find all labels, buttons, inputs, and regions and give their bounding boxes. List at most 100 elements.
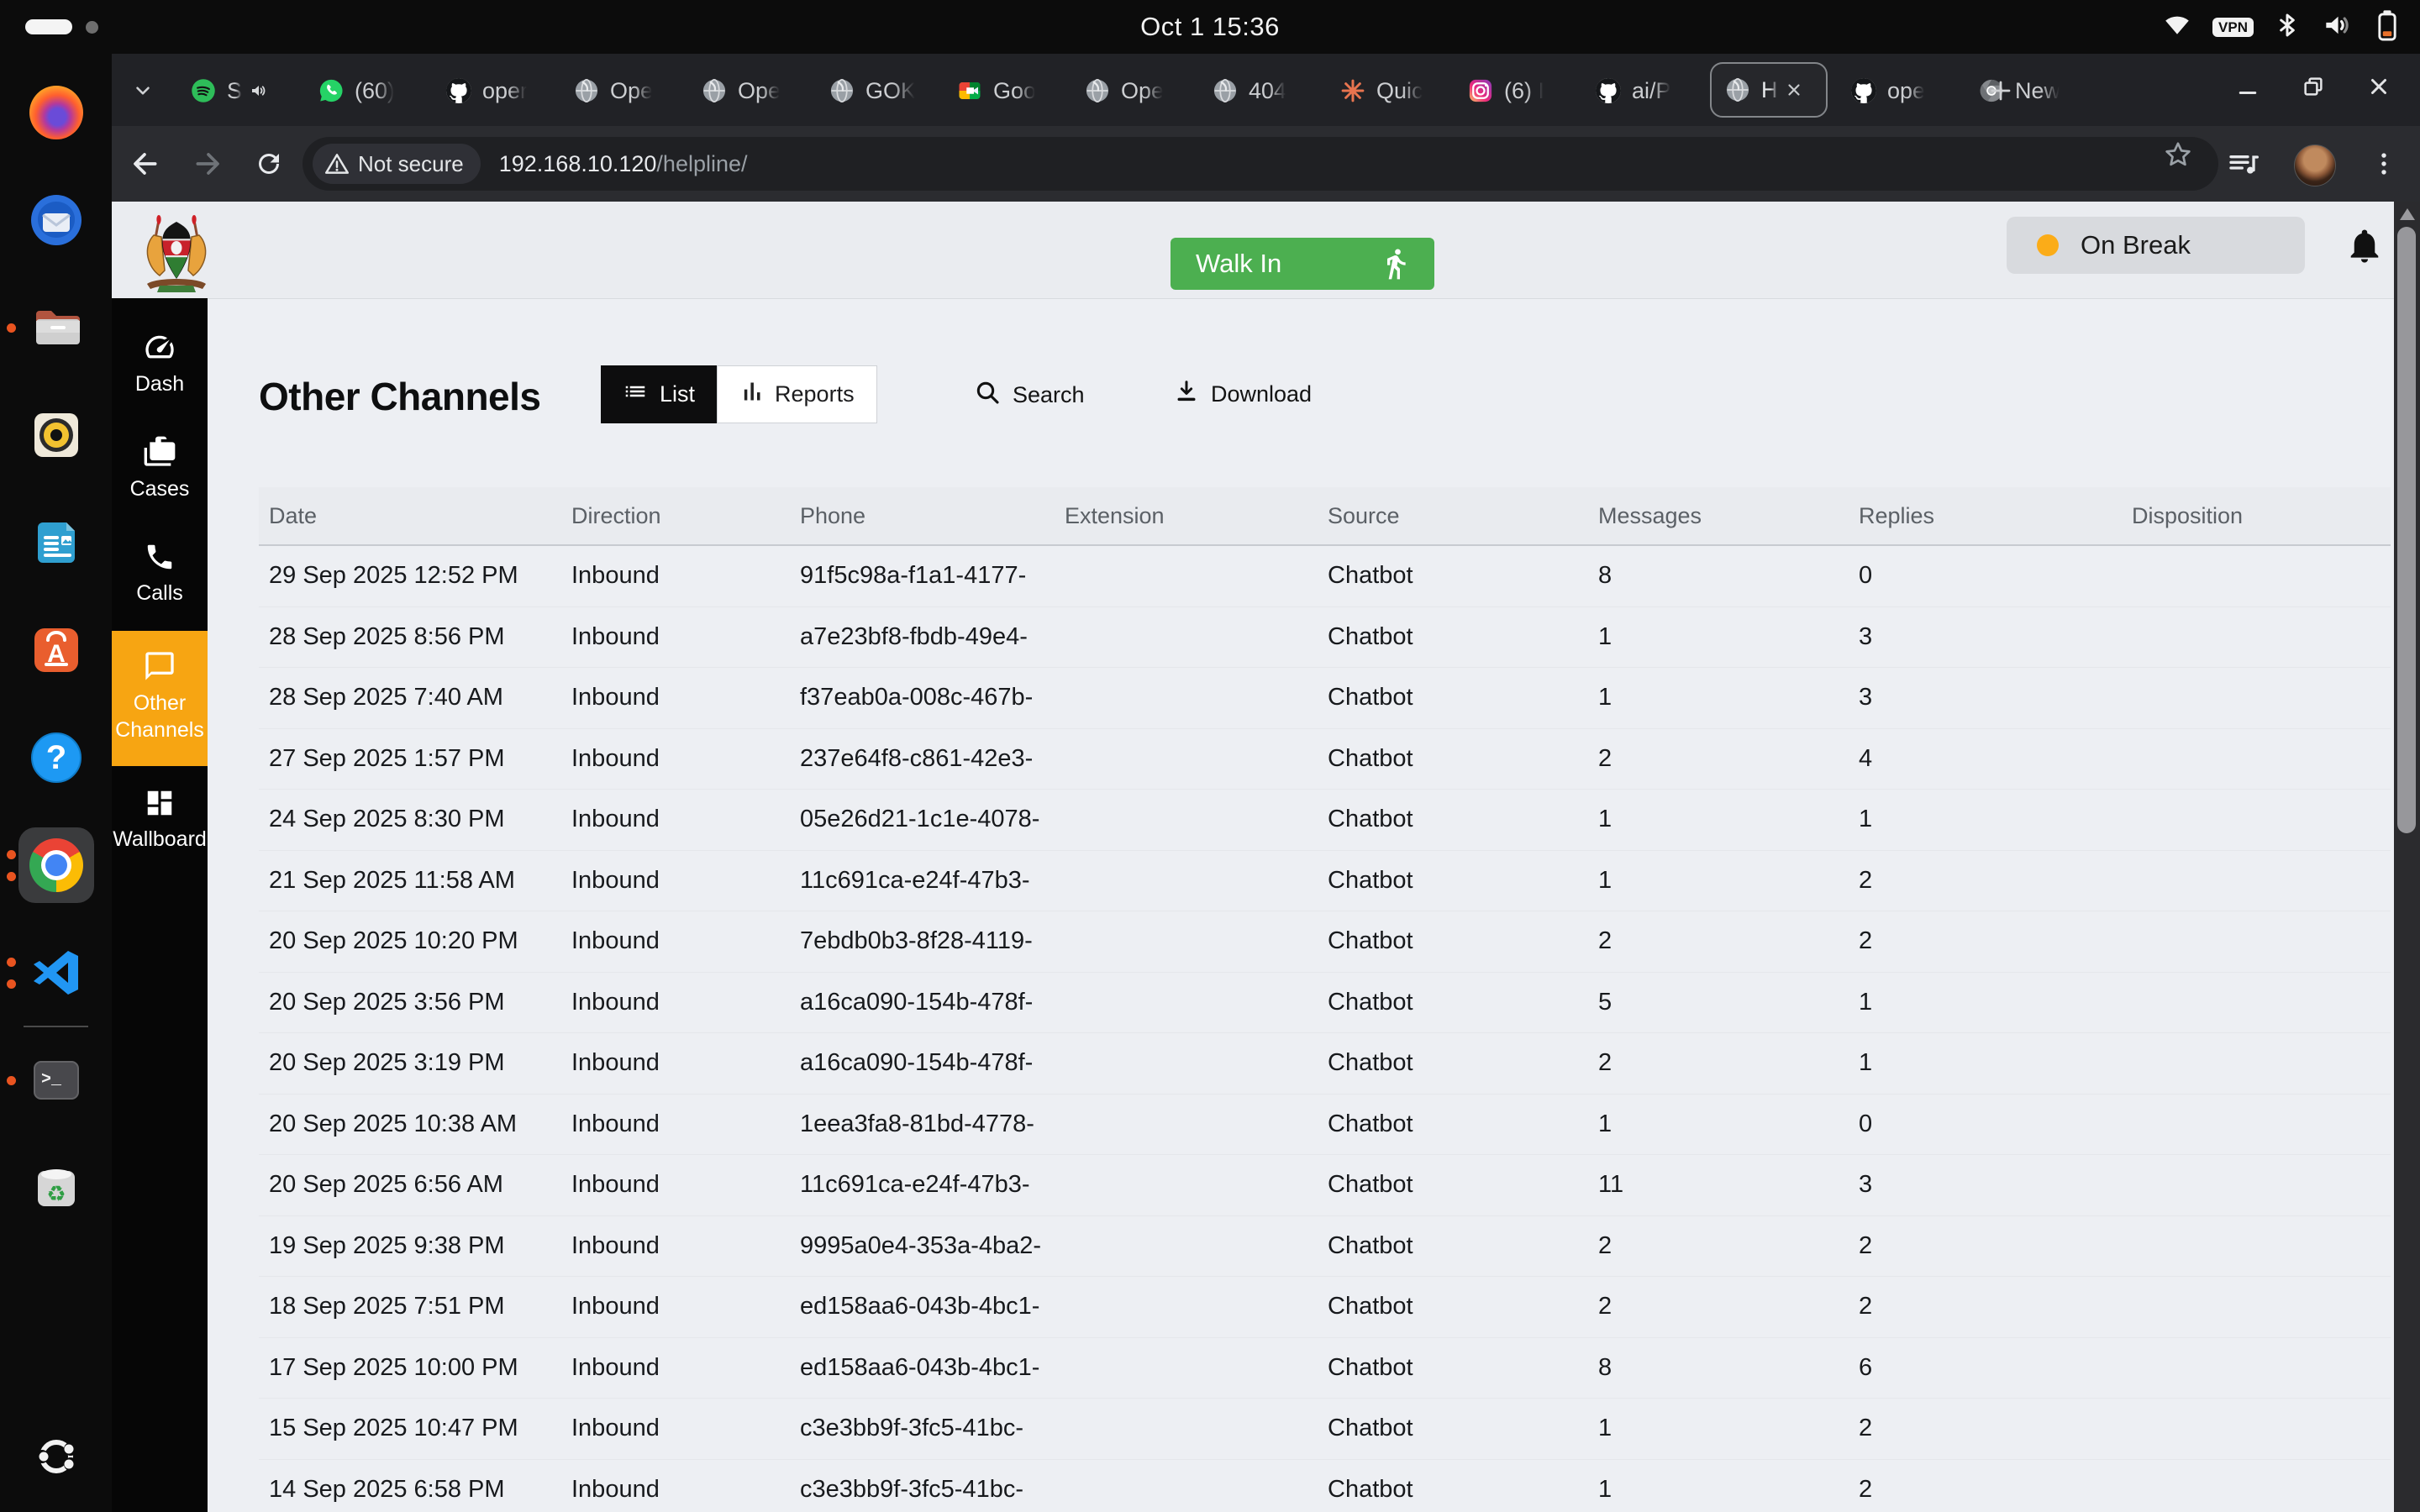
scroll-up-arrow[interactable] [2400, 208, 2415, 220]
browser-menu-icon[interactable] [2370, 150, 2398, 182]
table-row[interactable]: 21 Sep 2025 11:58 AM Inbound 11c691ca-e24f… [259, 851, 2391, 912]
bookmark-star-icon[interactable] [2159, 135, 2197, 174]
table-cell: Chatbot [1328, 988, 1413, 1016]
table-cell: 20 Sep 2025 10:38 AM [269, 1110, 518, 1137]
browser-tab[interactable]: Ope [688, 66, 814, 116]
dock-chrome-icon[interactable] [18, 827, 94, 903]
column-header[interactable]: Date [259, 503, 561, 529]
browser-tab[interactable]: Ope [1071, 66, 1197, 116]
new-tab-button[interactable] [1986, 76, 2016, 106]
media-controls-icon[interactable] [2227, 147, 2260, 185]
column-header[interactable]: Replies [1849, 503, 2122, 529]
sidebar-item-cases[interactable]: Cases [112, 417, 208, 501]
browser-tab[interactable]: S [177, 66, 303, 116]
table-row[interactable]: 20 Sep 2025 10:20 PM Inbound 7ebdb0b3-8f28… [259, 911, 2391, 973]
sidebar-item-label: Cases [129, 477, 190, 501]
dock-vscode-icon[interactable] [28, 944, 85, 1001]
dock-libreoffice-impress-icon[interactable] [28, 514, 85, 571]
column-header[interactable]: Extension [1055, 503, 1318, 529]
table-row[interactable]: 27 Sep 2025 1:57 PM Inbound 237e64f8-c861-… [259, 729, 2391, 790]
table-cell: 0 [1859, 1110, 1873, 1137]
table-row[interactable]: 24 Sep 2025 8:30 PM Inbound 05e26d21-1c1e-… [259, 790, 2391, 851]
restore-button[interactable] [2299, 72, 2328, 101]
minimize-button[interactable] [2233, 72, 2262, 101]
dock-terminal-icon[interactable]: >_ [28, 1052, 85, 1109]
table-cell: 1eea3fa8-81bd-4778- [800, 1110, 1034, 1137]
table-row[interactable]: 28 Sep 2025 8:56 PM Inbound a7e23bf8-fbdb-… [259, 607, 2391, 669]
sidebar-item-dash[interactable]: Dash [112, 312, 208, 396]
table-cell: 14 Sep 2025 6:58 PM [269, 1475, 505, 1503]
column-header[interactable]: Messages [1588, 503, 1849, 529]
table-row[interactable]: 20 Sep 2025 3:56 PM Inbound a16ca090-154b-… [259, 973, 2391, 1034]
tab-title: ai/P [1632, 77, 1671, 103]
browser-tab[interactable]: ai/P [1582, 66, 1708, 116]
browser-tab[interactable]: oper [433, 66, 559, 116]
close-window-button[interactable] [2365, 72, 2393, 101]
tab-audio-icon[interactable] [249, 81, 269, 101]
profile-avatar[interactable] [2294, 144, 2336, 186]
dock-app-center-icon[interactable]: A [28, 622, 85, 679]
table-row[interactable]: 20 Sep 2025 10:38 AM Inbound 1eea3fa8-81bd… [259, 1095, 2391, 1156]
column-header[interactable]: Direction [561, 503, 790, 529]
browser-tab[interactable]: GOK [816, 66, 942, 116]
table-cell: Inbound [571, 866, 660, 894]
column-header[interactable]: Disposition [2122, 503, 2391, 529]
table-row[interactable]: 14 Sep 2025 6:58 PM Inbound c3e3bb9f-3fc5-… [259, 1460, 2391, 1512]
system-clock[interactable]: Oct 1 15:36 [0, 0, 2420, 54]
back-button[interactable] [125, 144, 164, 183]
tab-search-chevron-icon[interactable] [129, 76, 157, 105]
dock-music-player-icon[interactable] [28, 407, 85, 464]
browser-tab[interactable]: Goo [944, 66, 1070, 116]
system-tray[interactable]: VPN [2162, 0, 2402, 54]
browser-tab[interactable]: (60) [305, 66, 431, 116]
sidebar-item-calls[interactable]: Calls [112, 522, 208, 606]
browser-tab-active[interactable]: H [1710, 62, 1828, 118]
walk-in-button[interactable]: Walk In [1171, 238, 1434, 290]
search-button[interactable]: Search [974, 379, 1085, 412]
dock-ubuntu-menu-icon[interactable] [28, 1428, 85, 1485]
table-row[interactable]: 19 Sep 2025 9:38 PM Inbound 9995a0e4-353a-… [259, 1216, 2391, 1278]
reports-view-tab[interactable]: Reports [717, 365, 877, 423]
table-row[interactable]: 17 Sep 2025 10:00 PM Inbound ed158aa6-043b… [259, 1338, 2391, 1399]
column-header[interactable]: Source [1318, 503, 1588, 529]
notifications-bell-icon[interactable] [2345, 227, 2384, 270]
scrollbar-thumb[interactable] [2397, 227, 2416, 833]
sidebar-item-other-channels[interactable]: Other Channels [112, 631, 208, 766]
download-button[interactable]: Download [1174, 379, 1312, 410]
dock-files-icon[interactable] [28, 299, 85, 356]
address-bar[interactable]: Not secure 192.168.10.120/helpline/ [302, 137, 2218, 191]
security-chip[interactable]: Not secure [313, 144, 481, 184]
browser-tab[interactable]: Ope [560, 66, 687, 116]
table-row[interactable]: 18 Sep 2025 7:51 PM Inbound ed158aa6-043b-… [259, 1277, 2391, 1338]
table-row[interactable]: 20 Sep 2025 3:19 PM Inbound a16ca090-154b-… [259, 1033, 2391, 1095]
tab-title: (6) I [1504, 77, 1545, 103]
page-scrollbar[interactable] [2394, 202, 2420, 1512]
dock-firefox-icon[interactable] [28, 84, 85, 141]
dock-help-icon[interactable]: ? [28, 729, 85, 786]
column-header[interactable]: Phone [790, 503, 1055, 529]
dock-trash-icon[interactable]: ♻ [28, 1159, 85, 1216]
table-cell: 2 [1859, 1415, 1873, 1442]
browser-tab[interactable]: New [1965, 66, 2091, 116]
table-row[interactable]: 29 Sep 2025 12:52 PM Inbound 91f5c98a-f1a1… [259, 546, 2391, 607]
table-cell: 3 [1859, 1171, 1873, 1199]
browser-tab[interactable]: (6) I [1455, 66, 1581, 116]
browser-tab[interactable]: ope [1838, 66, 1964, 116]
tab-close-icon[interactable] [1785, 81, 1803, 99]
table-cell: Inbound [571, 1231, 660, 1259]
tab-title: Ope [738, 77, 781, 103]
table-row[interactable]: 20 Sep 2025 6:56 AM Inbound 11c691ca-e24f-… [259, 1155, 2391, 1216]
sidebar-item-label: Wallboard [113, 827, 207, 851]
url-text[interactable]: 192.168.10.120/helpline/ [499, 151, 748, 177]
browser-tab[interactable]: Quic [1327, 66, 1453, 116]
reload-button[interactable] [250, 144, 288, 183]
table-row[interactable]: 15 Sep 2025 10:47 PM Inbound c3e3bb9f-3fc5… [259, 1399, 2391, 1460]
dock-thunderbird-icon[interactable] [28, 192, 85, 249]
agent-status-control[interactable]: On Break [2007, 217, 2305, 274]
browser-tab[interactable]: 404 [1199, 66, 1325, 116]
sidebar-item-wallboard[interactable]: Wallboard [112, 769, 208, 853]
table-row[interactable]: 28 Sep 2025 7:40 AM Inbound f37eab0a-008c-… [259, 668, 2391, 729]
table-cell: Chatbot [1328, 622, 1413, 650]
forward-button[interactable] [189, 144, 228, 183]
list-view-tab[interactable]: List [601, 365, 718, 423]
